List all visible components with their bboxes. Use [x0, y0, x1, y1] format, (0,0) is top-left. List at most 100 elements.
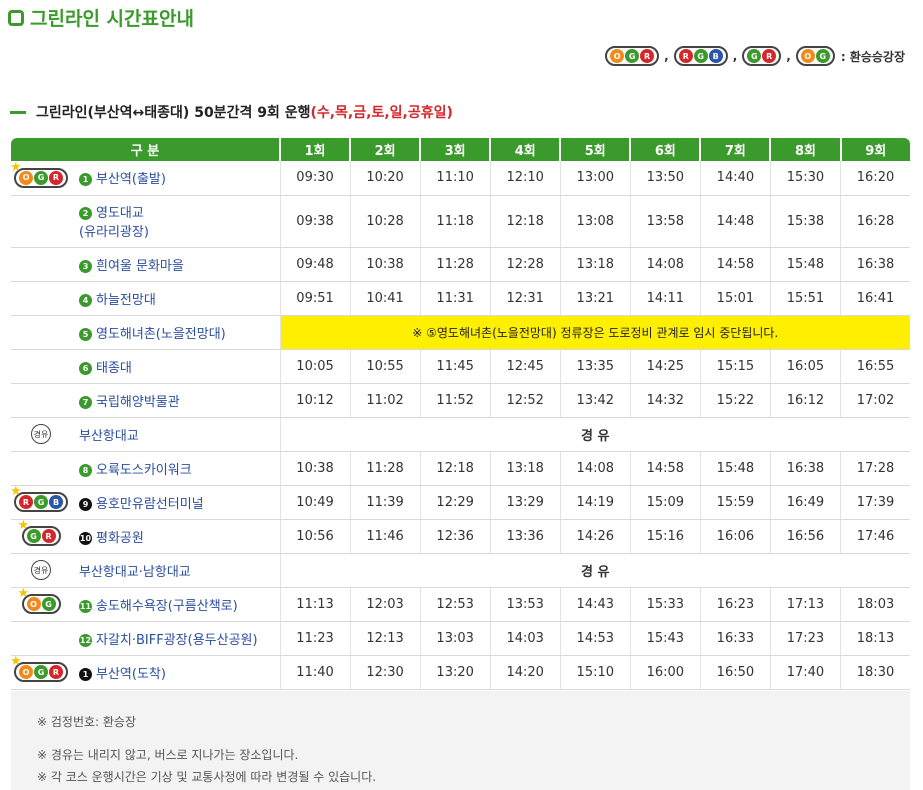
time-cell: 18:30 [840, 655, 910, 690]
time-cell: 13:35 [559, 349, 631, 384]
star-icon: ★ [10, 484, 22, 499]
row-icon-cell [11, 383, 71, 418]
time-cell: 14:19 [559, 485, 631, 520]
time-cell: 17:46 [840, 519, 910, 554]
row-icon-cell: 경유 [11, 417, 71, 452]
time-cell: 16:55 [840, 349, 910, 384]
time-cell: 16:23 [699, 587, 771, 622]
header-trip-2: 2회 [350, 138, 422, 161]
table-row: ★ O G R 1 부산역(출발) 09:30 10:20 11:10 12:10 13:00 13:… [10, 161, 910, 196]
time-cell: 14:25 [629, 349, 701, 384]
header-trip-6: 6회 [630, 138, 702, 161]
notes-box: ※ 검정번호: 환승장 ※ 경유는 내리지 않고, 버스로 지나가는 장소입니다… [11, 691, 910, 790]
time-cell: 13:21 [559, 281, 631, 316]
legend-separator: , [732, 49, 738, 63]
time-cell: 11:46 [349, 519, 421, 554]
note-1: ※ 검정번호: 환승장 [37, 715, 137, 729]
stop-name-sub: (유라리광장) [79, 225, 149, 240]
subtitle-bar-icon [10, 110, 26, 114]
time-cell: 14:58 [629, 451, 701, 486]
time-cell: 14:40 [699, 161, 771, 196]
table-row: 6 태종대 10:05 10:55 11:45 12:45 13:35 14:25 15:15 1… [11, 349, 910, 384]
time-cell: 16:38 [769, 451, 841, 486]
row-icon-wrap: ★ G R [11, 519, 71, 546]
time-cell: 10:38 [349, 247, 421, 282]
table-row: 7 국립해양박물관 10:12 11:02 11:52 12:52 13:42 14:32 15… [11, 383, 910, 418]
legend-label: : 환승승강장 [840, 49, 905, 64]
page-title-text: 그린라인 시간표안내 [30, 8, 194, 30]
time-cell: 12:18 [489, 195, 561, 248]
stop-name-cell: 4 하늘전망대 [71, 281, 280, 316]
line-dot-g: G [815, 49, 830, 63]
time-cell: 10:55 [349, 349, 421, 384]
time-cell: 12:03 [349, 587, 421, 622]
line-dot-g: G [625, 49, 640, 63]
time-cell: 18:03 [840, 587, 910, 622]
legend-separator: , [786, 49, 791, 63]
header-trip-1: 1회 [280, 138, 352, 161]
time-cell: 14:53 [559, 621, 631, 656]
stop-number-icon: 7 [79, 395, 92, 409]
time-cell: 13:53 [489, 587, 561, 622]
time-cell: 14:43 [559, 587, 631, 622]
time-cell: 09:48 [279, 247, 351, 282]
time-cell: 12:29 [419, 485, 491, 520]
stop-number-icon: 1 [79, 667, 92, 681]
time-cell: 16:20 [840, 161, 910, 196]
stop-name: 국립해양박물관 [96, 394, 180, 410]
stop-name-cell: 1 부산역(출발) [71, 161, 280, 196]
stop-name: 흰여울 문화마을 [96, 258, 184, 274]
time-cell: 10:12 [279, 383, 351, 418]
stop-name: 부산항대교·남항대교 [79, 564, 191, 580]
time-cell: 13:00 [559, 161, 631, 196]
row-icon-wrap: ★ R G B [10, 485, 71, 512]
time-cell: 15:48 [769, 247, 841, 282]
stop-name: 태종대 [96, 360, 132, 376]
stop-name-cell: 9 용호만유람선터미널 [71, 485, 280, 520]
table-row: ★ O G 11 송도해수욕장(구름산책로) 11:13 12:03 12:53 13:53 14… [11, 587, 910, 622]
time-cell: 10:56 [279, 519, 351, 554]
time-cell: 15:01 [699, 281, 771, 316]
time-cell: 14:26 [559, 519, 631, 554]
header-trip-8: 8회 [770, 138, 842, 161]
star-icon: ★ [17, 586, 30, 601]
time-cell: 16:12 [769, 383, 841, 418]
line-dot-g: G [34, 170, 48, 185]
title-square-icon [8, 9, 24, 26]
stop-name: 하늘전망대 [96, 292, 156, 308]
time-cell: 15:30 [769, 161, 841, 196]
time-cell: 12:31 [489, 281, 561, 316]
time-cell: 13:50 [629, 161, 701, 196]
time-cell: 15:43 [629, 621, 701, 656]
table-row: 5 영도해녀촌(노을전망대) ※ ⑤영도해녀촌(노을전망대) 정류장은 도로정비 관… [11, 315, 910, 350]
row-icon-wrap: ★ O G R [10, 161, 71, 188]
time-cell: 14:08 [629, 247, 701, 282]
time-cell: 16:28 [840, 195, 910, 248]
route-subtitle: 그린라인(부산역↔태종대) 50분간격 9회 운행 (수,목,금,토,일,공휴일… [10, 102, 453, 122]
stop-name-cell: 2 영도대교 (유라리광장) [71, 195, 280, 248]
time-cell: 12:28 [489, 247, 561, 282]
timetable-header: 구 분 1회 2회 3회 4회 5회 6회 7회 8회 9회 [11, 138, 910, 161]
stop-number-icon: 10 [79, 531, 92, 545]
time-cell: 15:51 [769, 281, 841, 316]
time-cell: 17:13 [769, 587, 841, 622]
time-cell: 09:51 [279, 281, 351, 316]
stop-number-icon: 6 [79, 361, 92, 375]
time-cell: 14:08 [559, 451, 631, 486]
time-cell: 10:05 [279, 349, 351, 384]
stop-number-icon: 11 [79, 599, 92, 613]
time-cell: 17:40 [769, 655, 841, 690]
row-icon-wrap: ★ O G [11, 587, 71, 614]
header-trip-5: 5회 [560, 138, 632, 161]
time-cell: 11:10 [419, 161, 491, 196]
transfer-legend: OGR,RGB,GR,OG: 환승승강장 [605, 46, 905, 66]
suspension-notice: ※ ⑤영도해녀촌(노을전망대) 정류장은 도로정비 관계로 임시 중단됩니다. [279, 315, 910, 350]
stop-name-cell: 3 흰여울 문화마을 [71, 247, 280, 282]
line-dot-g: G [693, 49, 708, 63]
line-dot-b: B [49, 495, 63, 509]
line-dot-g: G [41, 597, 56, 611]
table-row: 경유 부산항대교·남항대교 경 유 [11, 553, 910, 588]
star-icon: ★ [10, 654, 22, 669]
stop-name: 부산항대교 [79, 428, 139, 444]
time-cell: 11:13 [279, 587, 351, 622]
